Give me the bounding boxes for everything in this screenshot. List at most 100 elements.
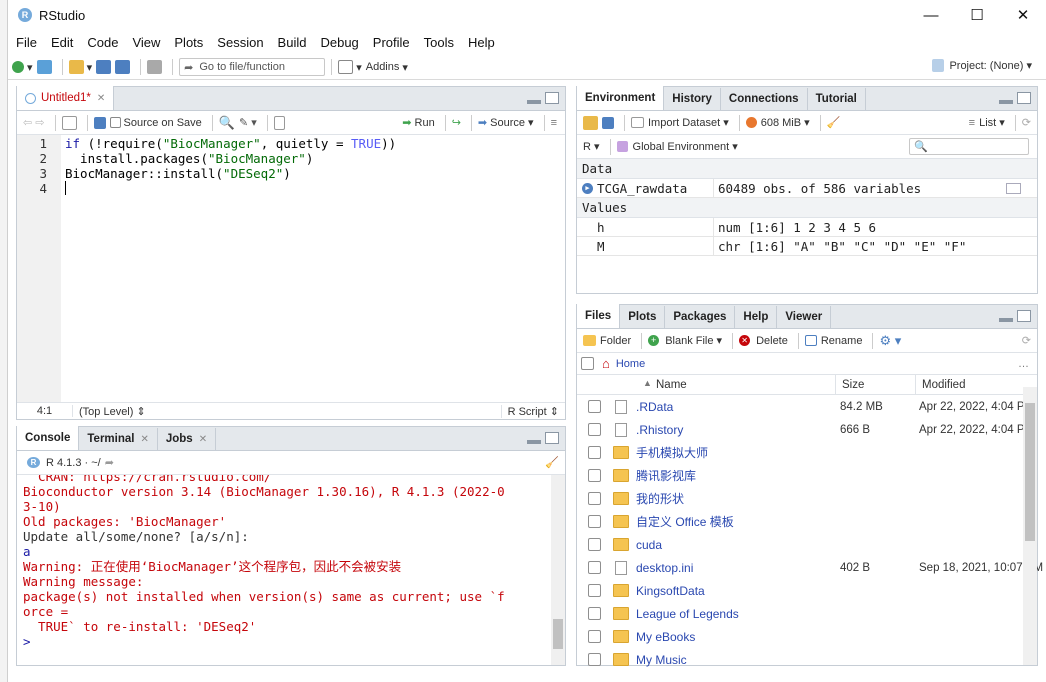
- console-output[interactable]: CRAN: https://cran.rstudio.com/Bioconduc…: [17, 475, 551, 665]
- value-row-m[interactable]: M chr [1:6] "A" "B" "C" "D" "E" "F": [577, 236, 1037, 256]
- view-table-icon[interactable]: [1006, 182, 1021, 194]
- source-on-save-checkbox[interactable]: Source on Save: [109, 114, 202, 132]
- file-name[interactable]: 自定义 Office 模板: [636, 513, 734, 530]
- close-button[interactable]: ✕: [1000, 0, 1046, 30]
- menu-profile[interactable]: Profile: [373, 35, 410, 50]
- file-row[interactable]: 我的形状: [577, 487, 1037, 510]
- code-editor[interactable]: 1 2 3 4 if (!require("BiocManager", quie…: [17, 135, 565, 403]
- file-name[interactable]: cuda: [636, 538, 662, 552]
- environment-search-input[interactable]: 🔍: [909, 138, 1029, 155]
- tab-plots[interactable]: Plots: [620, 306, 666, 328]
- tab-console[interactable]: Console: [17, 426, 80, 450]
- file-row[interactable]: League of Legends: [577, 602, 1037, 625]
- maximize-button[interactable]: ☐: [954, 0, 1000, 30]
- maximize-pane-icon[interactable]: [1017, 92, 1031, 104]
- value-row-h[interactable]: h num [1:6] 1 2 3 4 5 6: [577, 217, 1037, 237]
- file-row[interactable]: 自定义 Office 模板: [577, 510, 1037, 533]
- goto-file-input[interactable]: ➦ Go to file/function: [179, 58, 326, 76]
- select-all-checkbox[interactable]: [581, 357, 594, 370]
- grid-layout-icon[interactable]: ▾: [338, 58, 362, 76]
- close-tab-icon[interactable]: ✕: [97, 93, 105, 104]
- search-icon[interactable]: 🔍: [219, 114, 235, 132]
- column-modified[interactable]: Modified: [915, 375, 965, 394]
- menu-plots[interactable]: Plots: [174, 35, 203, 50]
- tab-history[interactable]: History: [664, 88, 721, 110]
- file-name[interactable]: KingsoftData: [636, 584, 705, 598]
- view-mode-menu[interactable]: ≡ List ▾: [969, 114, 1005, 132]
- import-dataset-menu[interactable]: Import Dataset ▾: [631, 114, 729, 132]
- file-row[interactable]: cuda: [577, 533, 1037, 556]
- file-checkbox[interactable]: [588, 423, 601, 436]
- file-name[interactable]: .Rhistory: [636, 423, 683, 437]
- clear-console-icon[interactable]: 🧹: [545, 456, 559, 469]
- file-checkbox[interactable]: [588, 561, 601, 574]
- home-icon[interactable]: ⌂: [602, 356, 610, 371]
- maximize-pane-icon[interactable]: [1017, 310, 1031, 322]
- expand-arrow-icon[interactable]: ▶: [582, 182, 593, 194]
- refresh-icon[interactable]: ⟳: [1022, 114, 1031, 132]
- file-checkbox[interactable]: [588, 584, 601, 597]
- minimize-pane-icon[interactable]: [999, 318, 1013, 322]
- file-checkbox[interactable]: [588, 446, 601, 459]
- file-name[interactable]: 我的形状: [636, 490, 684, 507]
- file-name[interactable]: 腾讯影视库: [636, 467, 696, 484]
- source-button[interactable]: ➡ Source ▾: [478, 114, 534, 132]
- minimize-pane-icon[interactable]: [999, 100, 1013, 104]
- magic-wand-icon[interactable]: ✎ ▾: [239, 114, 257, 132]
- new-file-icon[interactable]: ▾: [12, 58, 33, 76]
- blank-file-button[interactable]: + Blank File ▾: [648, 332, 722, 350]
- maximize-pane-icon[interactable]: [545, 432, 559, 444]
- menu-view[interactable]: View: [132, 35, 160, 50]
- minimize-pane-icon[interactable]: [527, 100, 541, 104]
- memory-usage-menu[interactable]: 608 MiB ▾: [745, 114, 810, 132]
- file-name[interactable]: .RData: [636, 400, 673, 414]
- file-checkbox[interactable]: [588, 492, 601, 505]
- menu-tools[interactable]: Tools: [424, 35, 454, 50]
- scope-menu[interactable]: (Top Level) ⇕: [73, 405, 146, 418]
- new-folder-button[interactable]: Folder: [583, 332, 631, 350]
- go-to-directory-icon[interactable]: ➦: [105, 456, 114, 469]
- file-checkbox[interactable]: [588, 469, 601, 482]
- close-tab-icon[interactable]: ✕: [199, 434, 207, 445]
- save-icon[interactable]: [96, 58, 112, 76]
- file-type-menu[interactable]: R Script ⇕: [500, 404, 565, 418]
- global-environment-menu[interactable]: Global Environment ▾: [616, 138, 738, 156]
- new-project-icon[interactable]: [36, 58, 52, 76]
- file-name[interactable]: My Music: [636, 653, 687, 667]
- data-row-tcga-rawdata[interactable]: ▶ TCGA_rawdata 60489 obs. of 586 variabl…: [577, 178, 1037, 198]
- back-arrow-icon[interactable]: ⇦ ⇨: [23, 114, 45, 132]
- show-in-window-icon[interactable]: [61, 114, 77, 132]
- tab-connections[interactable]: Connections: [721, 88, 808, 110]
- file-row[interactable]: KingsoftData: [577, 579, 1037, 602]
- file-row[interactable]: desktop.ini 402 B Sep 18, 2021, 10:07 PM: [577, 556, 1043, 579]
- file-row[interactable]: 手机模拟大师: [577, 441, 1037, 464]
- file-checkbox[interactable]: [588, 607, 601, 620]
- minimize-button[interactable]: —: [908, 0, 954, 30]
- column-size[interactable]: Size: [835, 375, 864, 394]
- breadcrumb-home[interactable]: Home: [616, 358, 645, 370]
- tab-help[interactable]: Help: [735, 306, 778, 328]
- files-scrollbar[interactable]: [1023, 387, 1037, 665]
- file-row[interactable]: .RData 84.2 MB Apr 22, 2022, 4:04 PM: [577, 395, 1037, 418]
- rerun-icon[interactable]: ↪: [452, 114, 461, 132]
- menu-edit[interactable]: Edit: [51, 35, 73, 50]
- menu-code[interactable]: Code: [87, 35, 118, 50]
- doc-outline-icon[interactable]: ≡: [551, 114, 557, 132]
- clear-broom-icon[interactable]: 🧹: [827, 114, 841, 132]
- file-name[interactable]: My eBooks: [636, 630, 695, 644]
- column-name[interactable]: Name: [656, 379, 687, 391]
- project-menu[interactable]: Project: (None) ▾: [932, 59, 1032, 72]
- file-checkbox[interactable]: [588, 538, 601, 551]
- file-name[interactable]: desktop.ini: [636, 561, 693, 575]
- menu-session[interactable]: Session: [217, 35, 263, 50]
- file-row[interactable]: .Rhistory 666 B Apr 22, 2022, 4:04 PM: [577, 418, 1037, 441]
- file-checkbox[interactable]: [588, 515, 601, 528]
- tab-files[interactable]: Files: [577, 304, 621, 328]
- more-options-icon[interactable]: …: [1018, 358, 1029, 370]
- refresh-icon[interactable]: ⟳: [1022, 332, 1031, 350]
- file-checkbox[interactable]: [588, 400, 601, 413]
- load-workspace-icon[interactable]: [583, 114, 598, 132]
- save-workspace-icon[interactable]: [602, 114, 614, 132]
- outline-icon[interactable]: [273, 114, 285, 132]
- tab-viewer[interactable]: Viewer: [777, 306, 832, 328]
